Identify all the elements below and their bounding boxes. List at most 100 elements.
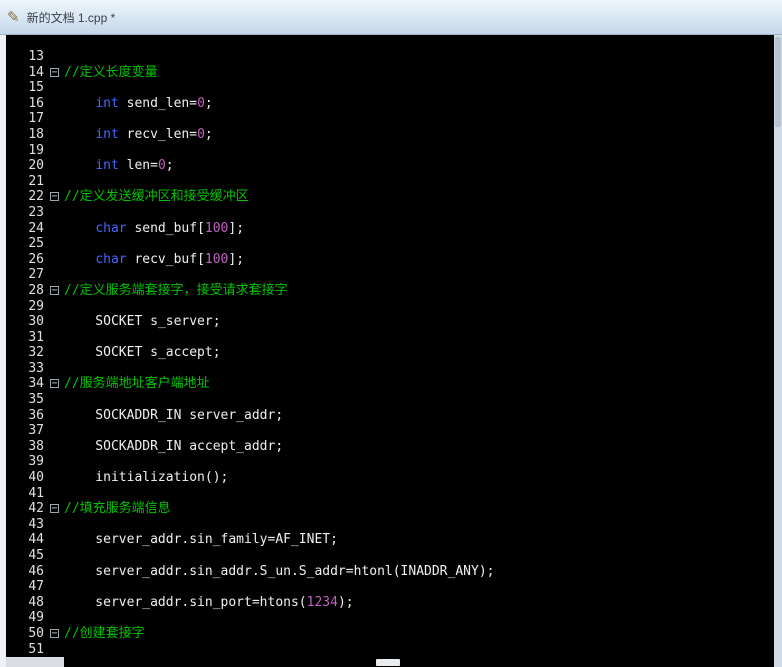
- line-number: 48: [28, 594, 44, 610]
- fold-collapse-icon[interactable]: −: [48, 626, 62, 642]
- code-text: //定义发送缓冲区和接受缓冲区: [64, 189, 249, 205]
- code-line[interactable]: 13: [6, 49, 774, 65]
- code-line[interactable]: 34−//服务端地址客户端地址: [6, 376, 774, 392]
- code-line[interactable]: 49: [6, 610, 774, 626]
- code-line[interactable]: 27: [6, 267, 774, 283]
- fold-margin: [48, 423, 62, 439]
- code-text: int send_len=0;: [64, 95, 212, 112]
- line-number: 47: [28, 579, 44, 595]
- horizontal-scrollbar-thumb[interactable]: [376, 659, 400, 666]
- code-line[interactable]: 43: [6, 517, 774, 533]
- code-text: //定义长度变量: [64, 65, 158, 81]
- code-line[interactable]: 32 SOCKET s_accept;: [6, 345, 774, 361]
- fold-margin: [48, 143, 62, 159]
- fold-margin: [48, 454, 62, 470]
- line-number: 13: [28, 49, 44, 64]
- code-line[interactable]: 38 SOCKADDR_IN accept_addr;: [6, 439, 774, 455]
- code-line[interactable]: 28−//定义服务端套接字，接受请求套接字: [6, 283, 774, 299]
- code-line[interactable]: 18 int recv_len=0;: [6, 127, 774, 143]
- fold-margin: [48, 392, 62, 408]
- line-number: 28: [28, 282, 44, 298]
- code-line[interactable]: 26 char recv_buf[100];: [6, 252, 774, 268]
- code-line[interactable]: 31: [6, 330, 774, 346]
- editor-main-area: ----+----1----+----2----+----3----+----4…: [0, 35, 782, 667]
- fold-margin: [48, 221, 62, 237]
- fold-collapse-box-icon[interactable]: −: [50, 628, 59, 638]
- code-line[interactable]: 24 char send_buf[100];: [6, 221, 774, 237]
- code-line[interactable]: 46 server_addr.sin_addr.S_un.S_addr=hton…: [6, 564, 774, 580]
- code-line[interactable]: 19: [6, 143, 774, 159]
- code-line[interactable]: 40 initialization();: [6, 470, 774, 486]
- code-line[interactable]: 25: [6, 236, 774, 252]
- code-text: server_addr.sin_addr.S_un.S_addr=htonl(I…: [64, 564, 494, 580]
- code-line[interactable]: 17: [6, 111, 774, 127]
- fold-collapse-icon[interactable]: −: [48, 376, 62, 392]
- code-lines-container[interactable]: 13 14−//定义长度变量 15 16 int send_len=0; 17 18 in…: [6, 49, 774, 657]
- code-token-plain: server_addr.sin_family=AF_INET;: [64, 532, 338, 548]
- fold-collapse-icon[interactable]: −: [48, 189, 62, 205]
- code-line[interactable]: 20 int len=0;: [6, 158, 774, 174]
- line-number: 22: [28, 189, 44, 205]
- line-number: 37: [28, 423, 44, 439]
- document-tab-title[interactable]: 新的文档 1.cpp *: [27, 9, 116, 26]
- code-line[interactable]: 21: [6, 174, 774, 190]
- line-number: 36: [28, 407, 44, 423]
- code-line[interactable]: 23: [6, 205, 774, 221]
- line-number: 24: [28, 220, 44, 236]
- vertical-scrollbar[interactable]: [774, 35, 782, 667]
- code-line[interactable]: 41: [6, 486, 774, 502]
- code-line[interactable]: 37: [6, 423, 774, 439]
- code-token-keyword: int: [95, 126, 119, 142]
- fold-margin: [48, 299, 62, 315]
- code-line[interactable]: 16 int send_len=0;: [6, 96, 774, 112]
- fold-margin: [48, 174, 62, 190]
- code-editor[interactable]: ----+----1----+----2----+----3----+----4…: [6, 35, 774, 667]
- vertical-scrollbar-thumb[interactable]: [775, 37, 781, 127]
- fold-margin: [48, 595, 62, 611]
- code-line[interactable]: 47: [6, 579, 774, 595]
- fold-collapse-box-icon[interactable]: −: [50, 67, 59, 77]
- fold-collapse-box-icon[interactable]: −: [50, 285, 59, 295]
- fold-collapse-icon[interactable]: −: [48, 65, 62, 81]
- modified-pencil-icon: ✎: [7, 8, 20, 26]
- fold-collapse-box-icon[interactable]: −: [50, 192, 59, 202]
- code-line[interactable]: 14−//定义长度变量: [6, 65, 774, 81]
- code-text: char send_buf[100];: [64, 221, 244, 237]
- fold-collapse-box-icon[interactable]: −: [50, 504, 59, 514]
- code-token-comment: //定义发送缓冲区和接受缓冲区: [64, 189, 249, 205]
- code-line[interactable]: 39: [6, 454, 774, 470]
- code-line[interactable]: 48 server_addr.sin_port=htons(1234);: [6, 595, 774, 611]
- code-line[interactable]: 42−//填充服务端信息: [6, 501, 774, 517]
- line-number: 38: [28, 438, 44, 454]
- horizontal-scrollbar[interactable]: [64, 657, 774, 667]
- line-number: 43: [28, 516, 44, 532]
- code-line[interactable]: 36 SOCKADDR_IN server_addr;: [6, 408, 774, 424]
- line-number: 45: [28, 548, 44, 563]
- code-token-number: 0: [157, 158, 166, 174]
- line-number: 29: [28, 298, 44, 314]
- code-line[interactable]: 35: [6, 392, 774, 408]
- code-line[interactable]: 15: [6, 80, 774, 96]
- line-number: 20: [28, 158, 44, 174]
- fold-margin: [48, 330, 62, 346]
- code-token-keyword: char: [95, 220, 127, 236]
- code-text: SOCKADDR_IN server_addr;: [64, 408, 283, 424]
- fold-collapse-box-icon[interactable]: −: [50, 379, 59, 389]
- fold-collapse-icon[interactable]: −: [48, 501, 62, 517]
- code-token-plain: recv_len=: [118, 126, 198, 142]
- code-token-comment: //服务端地址客户端地址: [64, 376, 210, 392]
- fold-collapse-icon[interactable]: −: [48, 283, 62, 299]
- code-text: //服务端地址客户端地址: [64, 376, 210, 392]
- code-line[interactable]: 33: [6, 361, 774, 377]
- code-line[interactable]: 45: [6, 548, 774, 564]
- line-number: 50: [28, 625, 44, 641]
- text-editor-window: ✎ 新的文档 1.cpp * ----+----1----+----2----+…: [0, 0, 782, 667]
- gutter-bottom-corner: [6, 657, 64, 667]
- code-line[interactable]: 30 SOCKET s_server;: [6, 314, 774, 330]
- code-line[interactable]: 51: [6, 642, 774, 657]
- code-line[interactable]: 44 server_addr.sin_family=AF_INET;: [6, 532, 774, 548]
- code-line[interactable]: 22−//定义发送缓冲区和接受缓冲区: [6, 189, 774, 205]
- code-line[interactable]: 50−//创建套接字: [6, 626, 774, 642]
- code-line[interactable]: 29: [6, 299, 774, 315]
- code-token-plain: send_len=: [118, 95, 198, 111]
